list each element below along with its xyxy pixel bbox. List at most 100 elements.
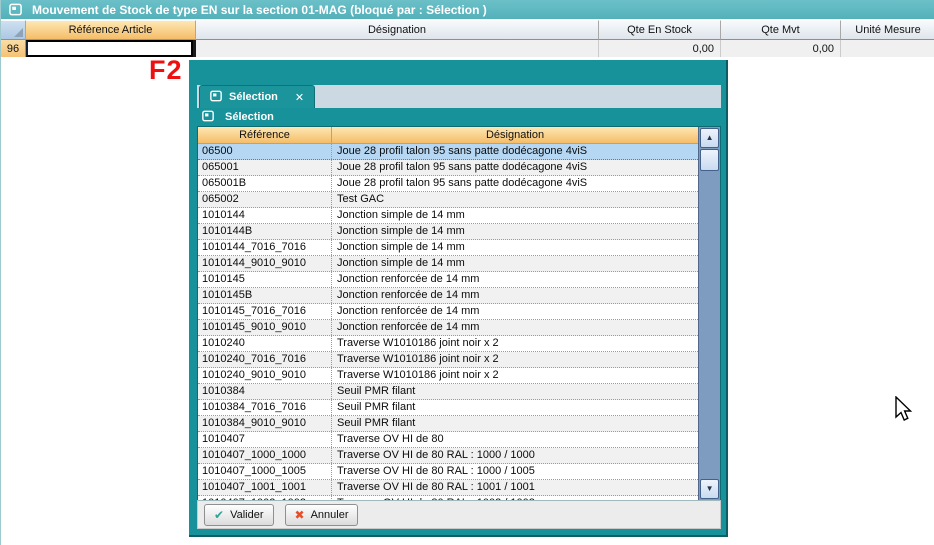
list-item[interactable]: 1010145BJonction renforcée de 14 mm <box>198 288 698 304</box>
popup-button-bar: ✔ Valider ✖ Annuler <box>197 500 721 529</box>
list-item-reference: 1010145B <box>198 288 332 303</box>
list-item[interactable]: 1010240Traverse W1010186 joint noir x 2 <box>198 336 698 352</box>
list-item-designation: Seuil PMR filant <box>332 400 698 415</box>
list-item[interactable]: 065002Test GAC <box>198 192 698 208</box>
annuler-button[interactable]: ✖ Annuler <box>285 504 359 526</box>
list-item[interactable]: 1010240_9010_9010Traverse W1010186 joint… <box>198 368 698 384</box>
list-item-reference: 065001B <box>198 176 332 191</box>
list-item-reference: 1010144_7016_7016 <box>198 240 332 255</box>
main-table-header: Référence Article Désignation Qte En Sto… <box>1 20 934 40</box>
list-item[interactable]: 1010144BJonction simple de 14 mm <box>198 224 698 240</box>
list-item-designation: Jonction renforcée de 14 mm <box>332 272 698 287</box>
list-header-reference[interactable]: Référence <box>198 127 332 143</box>
tab-selection[interactable]: Sélection ✕ <box>199 85 315 108</box>
scroll-up-button[interactable]: ▲ <box>700 128 719 148</box>
list-item[interactable]: 06500Joue 28 profil talon 95 sans patte … <box>198 144 698 160</box>
list-item-designation: Traverse W1010186 joint noir x 2 <box>332 336 698 351</box>
list-item-designation: Test GAC <box>332 192 698 207</box>
list-item[interactable]: 065001Joue 28 profil talon 95 sans patte… <box>198 160 698 176</box>
column-header-qte-mvt[interactable]: Qte Mvt <box>721 20 841 40</box>
list-item-designation: Joue 28 profil talon 95 sans patte dodéc… <box>332 160 698 175</box>
corner-triangle-icon <box>14 28 23 37</box>
annuler-label: Annuler <box>311 509 349 521</box>
arrow-down-icon: ▼ <box>706 485 714 493</box>
list-item-designation: Seuil PMR filant <box>332 416 698 431</box>
tab-label: Sélection <box>229 91 278 103</box>
list-item[interactable]: 1010384_9010_9010Seuil PMR filant <box>198 416 698 432</box>
list-item-reference: 1010145 <box>198 272 332 287</box>
list-item[interactable]: 065001BJoue 28 profil talon 95 sans patt… <box>198 176 698 192</box>
list-item-designation: Jonction simple de 14 mm <box>332 256 698 271</box>
list-item-designation: Traverse OV HI de 80 RAL : 1000 / 1005 <box>332 464 698 479</box>
list-item-reference: 1010240_7016_7016 <box>198 352 332 367</box>
list-item-designation: Traverse OV HI de 80 RAL : 1000 / 1000 <box>332 448 698 463</box>
list-item-designation: Jonction renforcée de 14 mm <box>332 320 698 335</box>
close-icon[interactable]: ✕ <box>295 91 304 104</box>
list-item[interactable]: 1010144_9010_9010Jonction simple de 14 m… <box>198 256 698 272</box>
list-item[interactable]: 1010384Seuil PMR filant <box>198 384 698 400</box>
list-item-reference: 065001 <box>198 160 332 175</box>
list-item[interactable]: 1010407_1000_1000Traverse OV HI de 80 RA… <box>198 448 698 464</box>
unite-mesure-cell[interactable] <box>841 40 934 57</box>
list-item-reference: 065002 <box>198 192 332 207</box>
selection-table-inner: Référence Désignation 06500Joue 28 profi… <box>198 127 698 500</box>
column-header-reference-article[interactable]: Référence Article <box>26 20 196 40</box>
screen: Mouvement de Stock de type EN sur la sec… <box>0 0 934 545</box>
list-item-reference: 06500 <box>198 144 332 159</box>
list-item-designation: Joue 28 profil talon 95 sans patte dodéc… <box>332 144 698 159</box>
form-icon <box>202 110 214 125</box>
selection-list-header: Référence Désignation <box>198 127 698 144</box>
corner-header-cell[interactable] <box>1 20 26 40</box>
list-item[interactable]: 1010407Traverse OV HI de 80 <box>198 432 698 448</box>
list-item-reference: 1010240_9010_9010 <box>198 368 332 383</box>
window-title: Mouvement de Stock de type EN sur la sec… <box>32 3 487 17</box>
main-titlebar: Mouvement de Stock de type EN sur la sec… <box>1 0 934 19</box>
list-item-designation: Jonction simple de 14 mm <box>332 224 698 239</box>
valider-button[interactable]: ✔ Valider <box>204 504 274 526</box>
list-item-reference: 1010144B <box>198 224 332 239</box>
scroll-thumb[interactable] <box>700 149 719 171</box>
qte-mvt-cell[interactable]: 0,00 <box>721 40 841 57</box>
form-icon <box>210 90 222 105</box>
list-item-designation: Seuil PMR filant <box>332 384 698 399</box>
popup-tabstrip: Sélection ✕ <box>197 85 721 108</box>
column-header-qte-en-stock[interactable]: Qte En Stock <box>599 20 721 40</box>
column-header-unite-mesure[interactable]: Unité Mesure <box>841 20 934 40</box>
list-item-designation: Traverse OV HI de 80 RAL : 1001 / 1001 <box>332 480 698 495</box>
list-item-reference: 1010144_9010_9010 <box>198 256 332 271</box>
list-item-reference: 1010407_1001_1001 <box>198 480 332 495</box>
designation-cell[interactable] <box>196 40 599 57</box>
list-header-designation[interactable]: Désignation <box>332 127 698 143</box>
scroll-down-button[interactable]: ▼ <box>700 479 719 499</box>
list-item[interactable]: 1010240_7016_7016Traverse W1010186 joint… <box>198 352 698 368</box>
list-item[interactable]: 1010145Jonction renforcée de 14 mm <box>198 272 698 288</box>
list-item-reference: 1010407_1000_1000 <box>198 448 332 463</box>
list-item[interactable]: 1010145_9010_9010Jonction renforcée de 1… <box>198 320 698 336</box>
list-item[interactable]: 1010407_1001_1001Traverse OV HI de 80 RA… <box>198 480 698 496</box>
cancel-icon: ✖ <box>295 509 305 521</box>
valider-label: Valider <box>230 509 263 521</box>
stock-table-row: 96 0,00 0,00 <box>1 40 934 57</box>
list-item-reference: 1010384 <box>198 384 332 399</box>
mouse-cursor <box>894 396 914 424</box>
list-item[interactable]: 1010407_1000_1005Traverse OV HI de 80 RA… <box>198 464 698 480</box>
list-item-designation: Traverse W1010186 joint noir x 2 <box>332 368 698 383</box>
scrollbar[interactable]: ▲ ▼ <box>698 127 720 500</box>
list-item-reference: 1010145_7016_7016 <box>198 304 332 319</box>
selection-popup: Sélection ✕ Sélection Référence Désignat… <box>189 60 728 537</box>
list-item-designation: Jonction renforcée de 14 mm <box>332 288 698 303</box>
list-item-designation: Traverse OV HI de 80 <box>332 432 698 447</box>
list-item-designation: Jonction simple de 14 mm <box>332 208 698 223</box>
list-item[interactable]: 1010145_7016_7016Jonction renforcée de 1… <box>198 304 698 320</box>
list-item[interactable]: 1010144_7016_7016Jonction simple de 14 m… <box>198 240 698 256</box>
popup-header-label: Sélection <box>225 111 274 123</box>
list-item-reference: 1010407_1000_1005 <box>198 464 332 479</box>
list-item[interactable]: 1010384_7016_7016Seuil PMR filant <box>198 400 698 416</box>
qte-en-stock-cell[interactable]: 0,00 <box>599 40 721 57</box>
column-header-designation[interactable]: Désignation <box>196 20 599 40</box>
list-item-reference: 1010384_7016_7016 <box>198 400 332 415</box>
list-item-reference: 1010144 <box>198 208 332 223</box>
arrow-up-icon: ▲ <box>706 134 714 142</box>
list-item[interactable]: 1010144Jonction simple de 14 mm <box>198 208 698 224</box>
list-item-designation: Joue 28 profil talon 95 sans patte dodéc… <box>332 176 698 191</box>
